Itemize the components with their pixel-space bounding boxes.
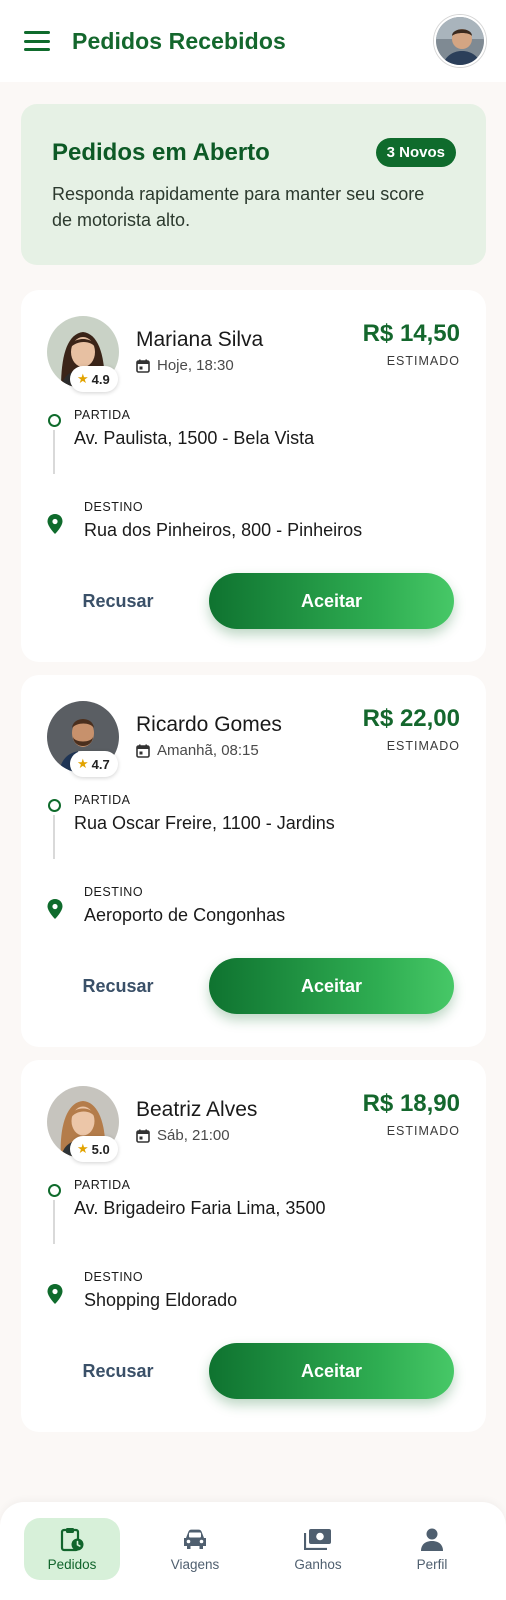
departure-address: Av. Brigadeiro Faria Lima, 3500 (74, 1198, 326, 1218)
origin-dot-icon (48, 799, 61, 812)
money-icon (304, 1526, 332, 1552)
rating-badge: ★ 4.9 (70, 366, 118, 392)
car-icon (181, 1526, 209, 1552)
pickup-time: Hoje, 18:30 (136, 357, 234, 374)
pickup-time: Amanhã, 08:15 (136, 742, 259, 759)
page-title: Pedidos Recebidos (72, 27, 286, 54)
rating-badge: ★ 4.7 (70, 751, 118, 777)
calendar-icon (136, 744, 150, 758)
departure-address: Av. Paulista, 1500 - Bela Vista (74, 428, 315, 448)
fare-price: R$ 14,50 (362, 320, 460, 347)
fare-estimated-label: ESTIMADO (386, 354, 460, 368)
decline-button[interactable]: Recusar (63, 574, 173, 628)
departure-label: PARTIDA (74, 793, 131, 807)
decline-button[interactable]: Recusar (63, 959, 173, 1013)
star-icon: ★ (77, 756, 89, 771)
destination-label: DESTINO (84, 885, 144, 899)
accept-button[interactable]: Aceitar (209, 573, 454, 629)
rating-badge: ★ 5.0 (70, 1136, 118, 1162)
clipboard-clock-icon (58, 1526, 86, 1552)
banner-text-line1: Responda rapidamente para manter seu sco… (52, 184, 425, 204)
star-icon: ★ (77, 1141, 89, 1156)
nav-label: Viagens (170, 1557, 220, 1572)
nav-label: Perfil (416, 1557, 448, 1572)
passenger-name: Beatriz Alves (136, 1098, 258, 1121)
route-line (53, 815, 55, 859)
destination-label: DESTINO (84, 500, 144, 514)
passenger-name: Ricardo Gomes (136, 713, 282, 736)
fare-estimated-label: ESTIMADO (386, 1124, 460, 1138)
destination-address: Aeroporto de Congonhas (84, 905, 286, 925)
banner-text-line2: de motorista alto. (52, 210, 191, 230)
location-pin-icon (47, 514, 63, 534)
decline-button[interactable]: Recusar (63, 1344, 173, 1398)
profile-avatar[interactable] (434, 15, 486, 67)
ride-request-card: ★ 5.0 Beatriz Alves Sáb, 21:00 R$ 18,90 E… (21, 1060, 486, 1432)
new-count-badge: 3 Novos (375, 138, 456, 167)
bottom-navigation: Pedidos Viagens Ganhos Perfil (0, 1502, 506, 1600)
location-pin-icon (47, 1284, 63, 1304)
banner-title: Pedidos em Aberto (52, 138, 270, 166)
nav-item-pedidos[interactable]: Pedidos (24, 1518, 120, 1580)
destination-label: DESTINO (84, 1270, 144, 1284)
departure-label: PARTIDA (74, 1178, 131, 1192)
calendar-icon (136, 359, 150, 373)
fare-price: R$ 18,90 (362, 1090, 460, 1117)
banner-description: Responda rapidamente para manter seu sco… (52, 181, 456, 233)
accept-button[interactable]: Aceitar (209, 1343, 454, 1399)
fare-price: R$ 22,00 (362, 705, 460, 732)
calendar-icon (136, 1129, 150, 1143)
person-icon (418, 1526, 446, 1552)
star-icon: ★ (77, 371, 89, 386)
destination-address: Shopping Eldorado (84, 1290, 238, 1310)
nav-label: Pedidos (47, 1557, 97, 1572)
nav-item-viagens[interactable]: Viagens (147, 1518, 243, 1580)
accept-button[interactable]: Aceitar (209, 958, 454, 1014)
open-requests-banner: Pedidos em Aberto 3 Novos Responda rapid… (21, 104, 486, 265)
pickup-time: Sáb, 21:00 (136, 1127, 230, 1144)
origin-dot-icon (48, 414, 61, 427)
nav-item-perfil[interactable]: Perfil (384, 1518, 480, 1580)
destination-address: Rua dos Pinheiros, 800 - Pinheiros (84, 520, 363, 540)
departure-label: PARTIDA (74, 408, 131, 422)
nav-item-ganhos[interactable]: Ganhos (270, 1518, 366, 1580)
fare-estimated-label: ESTIMADO (386, 739, 460, 753)
ride-request-card: ★ 4.9 Mariana Silva Hoje, 18:30 R$ 14,50 … (21, 290, 486, 662)
location-pin-icon (47, 899, 63, 919)
departure-address: Rua Oscar Freire, 1100 - Jardins (74, 813, 335, 833)
menu-icon[interactable] (24, 31, 50, 51)
nav-label: Ganhos (294, 1557, 342, 1572)
passenger-name: Mariana Silva (136, 328, 264, 351)
app-header: Pedidos Recebidos (0, 0, 506, 82)
route-line (53, 430, 55, 474)
route-line (53, 1200, 55, 1244)
ride-request-card: ★ 4.7 Ricardo Gomes Amanhã, 08:15 R$ 22,0… (21, 675, 486, 1047)
origin-dot-icon (48, 1184, 61, 1197)
